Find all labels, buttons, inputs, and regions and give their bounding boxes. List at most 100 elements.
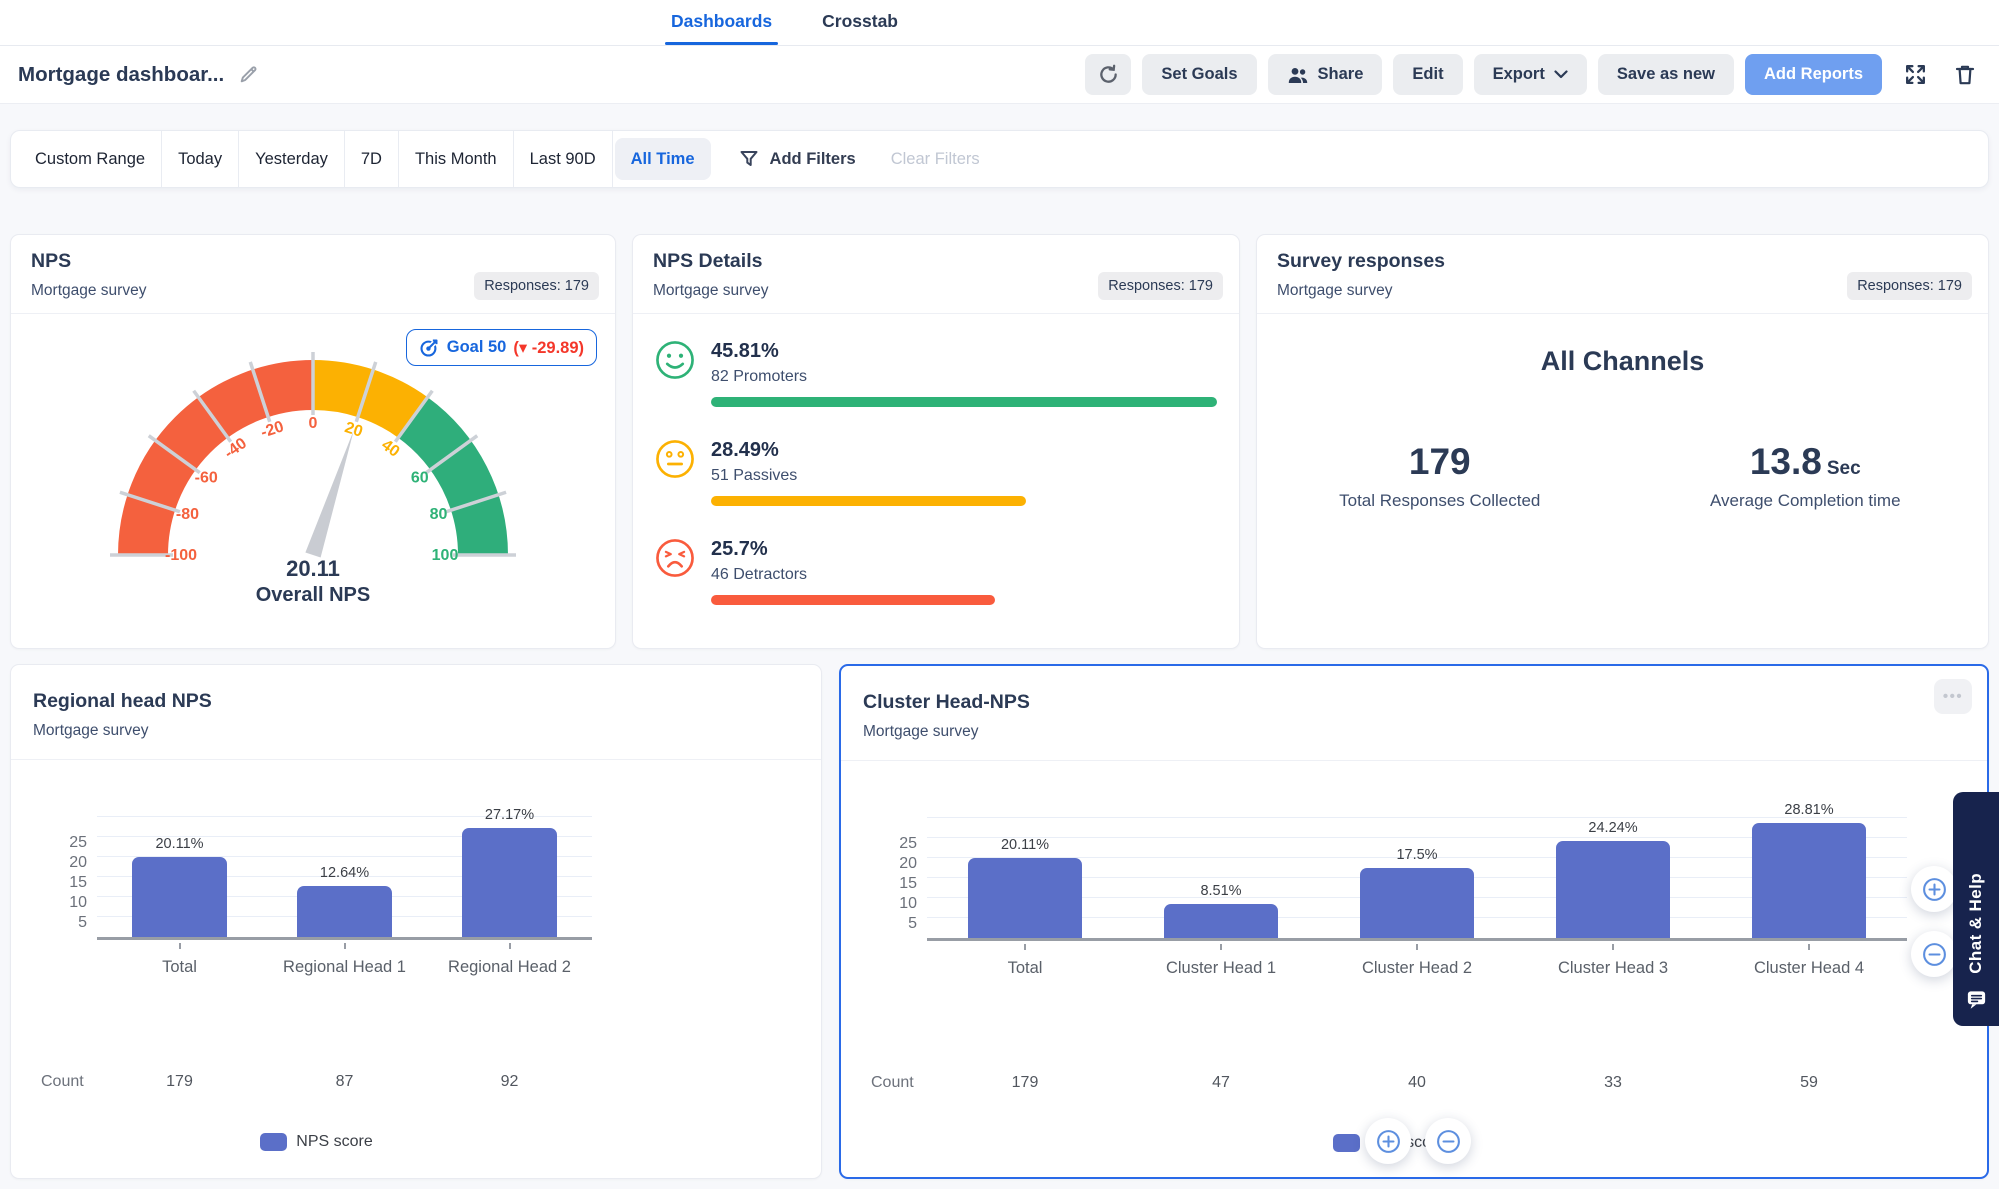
refresh-button[interactable]: [1085, 54, 1132, 95]
range-custom-range[interactable]: Custom Range: [19, 131, 163, 187]
avg-completion-stat: 13.8 Sec Average Completion time: [1623, 441, 1989, 511]
x-axis-label: Cluster Head 1: [1165, 959, 1277, 977]
count-value: 33: [1604, 1074, 1622, 1091]
top-tab-bar: Dashboards Crosstab: [0, 0, 1999, 46]
channel-title: All Channels: [1540, 346, 1705, 376]
set-goals-button[interactable]: Set Goals: [1142, 54, 1257, 95]
nps-gauge-body: Goal 50 (▾ -29.89) -100 -80 -60 -40 -20 0 20 40…: [11, 320, 615, 653]
count-value: 47: [1212, 1074, 1230, 1091]
neutral-face-icon: [655, 439, 695, 479]
filter-bar: Custom Range Today Yesterday 7D This Month La…: [10, 130, 1989, 188]
segment-bar: [711, 397, 1217, 407]
legend-nps-score[interactable]: NPS score: [41, 1133, 592, 1151]
delete-dashboard-button[interactable]: [1949, 59, 1981, 91]
clear-filters-button[interactable]: Clear Filters: [891, 150, 980, 169]
cluster-head-nps-card: ••• Cluster Head-NPS Mortgage survey 5 10…: [839, 664, 1989, 1179]
nps-details-body: 45.81% 82 Promoters 28.49% 51 Passives 25.7%…: [633, 314, 1239, 605]
zoom-out-button[interactable]: [1425, 1118, 1471, 1164]
add-filters-button[interactable]: Add Filters: [770, 150, 856, 169]
share-button[interactable]: Share: [1267, 54, 1383, 95]
add-reports-label: Add Reports: [1764, 65, 1863, 83]
y-axis-label: 25: [899, 835, 917, 852]
gauge-tick-label: 40: [378, 437, 402, 461]
filters-actions: Add Filters Clear Filters: [739, 149, 980, 169]
bottom-cards-row: Regional head NPS Mortgage survey 5 10 15 2…: [10, 664, 1989, 1179]
chevron-down-icon: [1554, 70, 1568, 79]
card-title: NPS Details: [653, 250, 763, 272]
count-row-label: Count: [41, 1073, 84, 1090]
card-title: NPS: [31, 250, 72, 272]
export-button[interactable]: Export: [1473, 54, 1587, 95]
gauge-caption: Overall NPS: [255, 584, 371, 606]
category-cell: Total: [927, 944, 1123, 978]
bar-value-label: 28.81%: [1784, 801, 1834, 818]
toolbar-actions: Set Goals Share Edit Export Save as new …: [1085, 54, 1981, 95]
range-all-time[interactable]: All Time: [614, 138, 711, 180]
range-last-90d[interactable]: Last 90D: [514, 131, 613, 187]
regional-card-header: Regional head NPS Mortgage survey: [11, 665, 821, 760]
add-reports-button[interactable]: Add Reports: [1745, 54, 1882, 95]
y-axis-label: 10: [899, 895, 917, 912]
stat-caption: Total Responses Collected: [1339, 491, 1541, 510]
legend-swatch: [260, 1133, 288, 1151]
count-value: 87: [335, 1073, 354, 1090]
y-axis-label: 15: [69, 874, 87, 891]
range-7d[interactable]: 7D: [345, 131, 399, 187]
nps-detail-row: 28.49% 51 Passives: [655, 439, 1217, 506]
tab-dashboards[interactable]: Dashboards: [664, 1, 779, 45]
stat-value: 13.8: [1749, 441, 1822, 482]
regional-chart: 5 10 15 20 25 20.11% 12.64% 27.17% Total Regiona…: [11, 760, 821, 1151]
count-row-label: Count: [871, 1074, 914, 1091]
dashboard-title: Mortgage dashboar...: [18, 62, 225, 86]
count-value: 92: [500, 1073, 519, 1090]
segment-bar: [711, 496, 1026, 506]
range-today[interactable]: Today: [162, 131, 240, 187]
nps-detail-row: 25.7% 46 Detractors: [655, 538, 1217, 605]
bar: [461, 828, 558, 937]
x-axis-label: Cluster Head 3: [1557, 959, 1669, 977]
gauge-tick-label: 60: [411, 469, 429, 486]
range-this-month[interactable]: This Month: [399, 131, 514, 187]
nps-detail-row: 45.81% 82 Promoters: [655, 340, 1217, 407]
cluster-chart: 5 10 15 20 25 20.11% 8.51% 17.5% 24.24% 28.81% To…: [841, 761, 1987, 1152]
bar-column: 12.64%: [262, 865, 427, 937]
card-title: Cluster Head-NPS: [863, 691, 1030, 713]
goal-chip[interactable]: Goal 50 (▾ -29.89): [405, 329, 597, 366]
nps-card-header: NPS Mortgage survey Responses: 179: [11, 235, 615, 314]
category-cell: Regional Head 2: [427, 943, 592, 977]
legend-swatch: [1332, 1134, 1360, 1152]
bar: [968, 857, 1082, 938]
share-label: Share: [1317, 65, 1364, 83]
nps-card: NPS Mortgage survey Responses: 179 Goal …: [10, 234, 616, 649]
chat-and-help-tab[interactable]: Chat & Help: [1953, 792, 1999, 1026]
gauge-needle: [305, 429, 355, 558]
funnel-icon: [740, 151, 758, 166]
range-yesterday[interactable]: Yesterday: [239, 131, 345, 187]
nps-details-card: NPS Details Mortgage survey Responses: 1…: [632, 234, 1240, 649]
tab-crosstab[interactable]: Crosstab: [820, 1, 900, 45]
y-axis-label: 25: [69, 834, 87, 851]
export-label: Export: [1492, 65, 1545, 83]
segment-count: 46 Detractors: [711, 566, 808, 583]
fullscreen-button[interactable]: [1899, 58, 1932, 91]
zoom-in-button[interactable]: [1911, 866, 1957, 912]
chart-zoom-controls: [1365, 1118, 1471, 1164]
responses-badge: Responses: 179: [474, 272, 599, 300]
x-axis-label: Total: [1007, 959, 1043, 977]
zoom-in-button[interactable]: [1365, 1118, 1411, 1164]
y-axis-label: 10: [69, 894, 87, 911]
fullscreen-expand-icon: [1906, 65, 1925, 84]
goal-target-icon: [420, 338, 439, 357]
segment-bar: [711, 595, 995, 605]
cluster-card-header: Cluster Head-NPS Mortgage survey: [841, 666, 1987, 761]
edit-title-pencil-icon[interactable]: [238, 64, 259, 85]
category-cell: Cluster Head 3: [1515, 944, 1711, 978]
save-as-new-button[interactable]: Save as new: [1597, 54, 1734, 95]
x-axis-label: Total: [162, 958, 197, 976]
segment-count: 51 Passives: [711, 467, 798, 484]
category-cell: Cluster Head 2: [1319, 944, 1515, 978]
zoom-out-button[interactable]: [1911, 931, 1957, 977]
edit-button[interactable]: Edit: [1393, 54, 1463, 95]
survey-responses-card: Survey responses Mortgage survey Respons…: [1256, 234, 1989, 649]
gauge-value: 20.11: [286, 556, 340, 581]
